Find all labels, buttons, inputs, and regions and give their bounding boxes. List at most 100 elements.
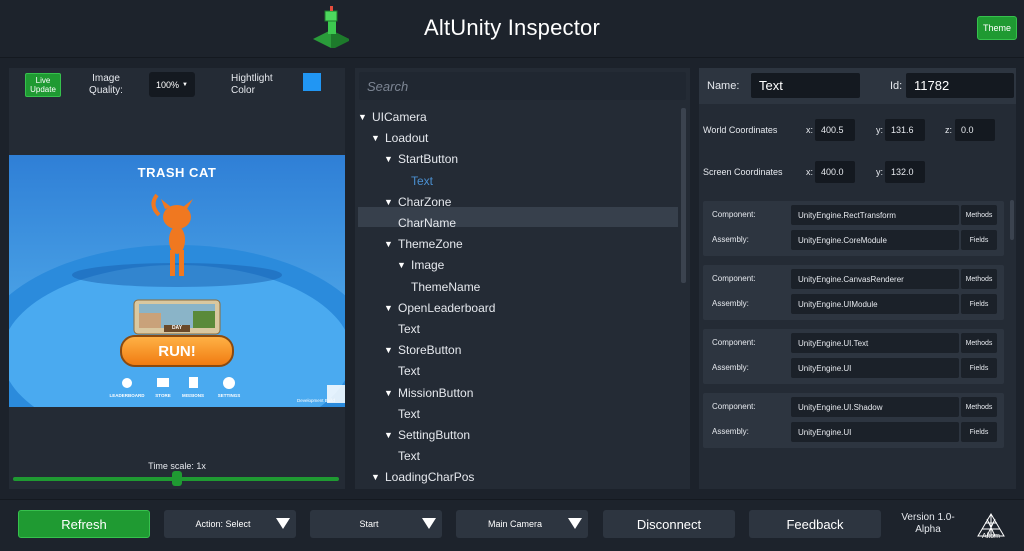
highlight-color-swatch[interactable] — [303, 73, 321, 91]
tree-node[interactable]: Text — [384, 446, 420, 466]
tree-node[interactable]: ▼ Loadout — [371, 128, 428, 148]
time-scale-slider-handle[interactable] — [172, 471, 182, 486]
chevron-down-icon — [422, 518, 436, 529]
components-scrollbar[interactable] — [1010, 200, 1014, 240]
methods-button[interactable]: Methods — [961, 397, 997, 417]
tree-node-label: StoreButton — [398, 343, 462, 358]
id-field[interactable]: 11782 — [906, 73, 1014, 98]
expand-caret-icon[interactable]: ▼ — [384, 303, 394, 313]
tree-node[interactable]: ThemeName — [397, 277, 480, 297]
fields-button[interactable]: Fields — [961, 230, 997, 250]
tree-node[interactable]: Text — [384, 319, 420, 339]
tree-node[interactable]: Text — [384, 361, 420, 381]
methods-button[interactable]: Methods — [961, 269, 997, 289]
tree-node[interactable]: CharName — [384, 213, 456, 233]
expand-caret-icon[interactable]: ▼ — [397, 260, 407, 270]
expand-caret-icon[interactable]: ▼ — [384, 154, 394, 164]
tree-node[interactable]: ▼ OpenLeaderboard — [384, 298, 495, 318]
world-z-field[interactable]: 0.0 — [955, 119, 995, 141]
tree-node-label: UICamera — [372, 110, 427, 124]
tree-node[interactable]: ▼ ThemeZone — [384, 234, 463, 254]
world-x-field[interactable]: 400.5 — [815, 119, 855, 141]
component-card: Component: UnityEngine.CanvasRenderer Meth… — [703, 265, 1004, 320]
screen-x-field[interactable]: 400.0 — [815, 161, 855, 183]
app-title: AltUnity Inspector — [424, 15, 601, 40]
tree-node-label: OpenLeaderboard — [398, 300, 496, 315]
hierarchy-scrollbar[interactable] — [681, 108, 686, 283]
expand-caret-icon[interactable]: ▼ — [371, 472, 381, 482]
version-label: Version 1.0-Alpha — [901, 512, 955, 535]
fields-button[interactable]: Fields — [961, 422, 997, 442]
game-scene-image — [9, 155, 345, 407]
tree-node[interactable]: ▼ LoadingCharPos — [371, 467, 474, 487]
image-quality-value: 100% — [156, 79, 180, 90]
search-input[interactable] — [367, 78, 667, 94]
component-card: Component: UnityEngine.RectTransform Metho… — [703, 201, 1004, 256]
expand-caret-icon[interactable]: ▼ — [371, 133, 381, 143]
feedback-button[interactable]: Feedback — [749, 510, 881, 538]
component-name-field[interactable]: UnityEngine.RectTransform — [791, 205, 959, 225]
refresh-button[interactable]: Refresh — [18, 510, 150, 538]
tree-node[interactable]: Text — [384, 404, 420, 424]
image-quality-select[interactable]: 100% ▼ — [149, 72, 195, 97]
search-box[interactable] — [359, 72, 686, 100]
assembly-label: Assembly: — [712, 427, 749, 436]
tree-node-label: CharName — [398, 216, 457, 230]
component-name-field[interactable]: UnityEngine.UI.Text — [791, 333, 959, 353]
tree-node[interactable]: ▼ CharZone — [384, 192, 451, 212]
highlight-color-label: Hightlight Color — [231, 73, 273, 96]
screen-y-label: y: — [876, 167, 884, 177]
expand-caret-icon[interactable]: ▼ — [384, 345, 394, 355]
tree-node[interactable]: ▼ StartButton — [384, 149, 458, 169]
disconnect-button[interactable]: Disconnect — [603, 510, 735, 538]
tree-node[interactable]: ▼ Image — [397, 255, 444, 275]
name-field[interactable]: Text — [751, 73, 860, 98]
game-screenshot[interactable]: TRASH CAT DAY RUN! LEADERBOARD STORE MIS… — [9, 155, 345, 407]
tree-node-label: Loadout — [385, 131, 429, 146]
component-name-field[interactable]: UnityEngine.CanvasRenderer — [791, 269, 959, 289]
run-button-label: RUN! — [158, 343, 196, 360]
expand-caret-icon[interactable]: ▼ — [384, 197, 394, 207]
component-label: Component: — [712, 402, 756, 411]
game-preview-panel: Live Update Image Quality: 100% ▼ Hightl… — [9, 68, 345, 489]
assembly-name-field[interactable]: UnityEngine.CoreModule — [791, 230, 959, 250]
fields-button[interactable]: Fields — [961, 358, 997, 378]
tree-node-label: CharZone — [398, 194, 452, 209]
start-dropdown-label: Start — [359, 519, 379, 529]
game-menu-settings: SETTINGS — [217, 393, 241, 398]
theme-button[interactable]: Theme — [977, 16, 1017, 40]
methods-button[interactable]: Methods — [961, 205, 997, 225]
tree-node[interactable]: ▼ SettingButton — [384, 425, 470, 445]
assembly-name-field[interactable]: UnityEngine.UI — [791, 422, 959, 442]
expand-caret-icon[interactable]: ▼ — [384, 430, 394, 440]
component-name-field[interactable]: UnityEngine.UI.Shadow — [791, 397, 959, 417]
assembly-name-field[interactable]: UnityEngine.UIModule — [791, 294, 959, 314]
game-title-text: TRASH CAT — [137, 165, 217, 180]
tree-node[interactable]: ▼ StoreButton — [384, 340, 461, 360]
tree-node-label: Text — [398, 449, 421, 464]
expand-caret-icon[interactable]: ▼ — [384, 239, 394, 249]
camera-dropdown[interactable]: Main Camera — [456, 510, 588, 538]
world-z-label: z: — [945, 125, 953, 135]
action-dropdown-label: Action: Select — [195, 519, 251, 529]
image-quality-label: Image Quality: — [89, 73, 123, 96]
assembly-name-field[interactable]: UnityEngine.UI — [791, 358, 959, 378]
live-update-button[interactable]: Live Update — [25, 73, 61, 97]
expand-caret-icon[interactable]: ▼ — [358, 112, 368, 122]
game-menu-missions: MISSIONS — [181, 393, 204, 398]
tree-node[interactable]: ▼ MissionButton — [384, 383, 473, 403]
start-dropdown[interactable]: Start — [310, 510, 442, 538]
tree-node[interactable]: Text — [397, 171, 433, 191]
action-dropdown[interactable]: Action: Select — [164, 510, 296, 538]
screen-x-label: x: — [806, 167, 814, 177]
component-card: Component: UnityEngine.UI.Shadow Methods As… — [703, 393, 1004, 448]
methods-button[interactable]: Methods — [961, 333, 997, 353]
fields-button[interactable]: Fields — [961, 294, 997, 314]
tree-node-label: Text — [398, 322, 421, 336]
time-scale-label: Time scale: 1x — [148, 461, 206, 471]
world-y-field[interactable]: 131.6 — [885, 119, 925, 141]
tree-node[interactable]: ▼ UICamera — [358, 107, 427, 127]
expand-caret-icon[interactable]: ▼ — [384, 388, 394, 398]
screen-y-field[interactable]: 132.0 — [885, 161, 925, 183]
world-y-label: y: — [876, 125, 884, 135]
